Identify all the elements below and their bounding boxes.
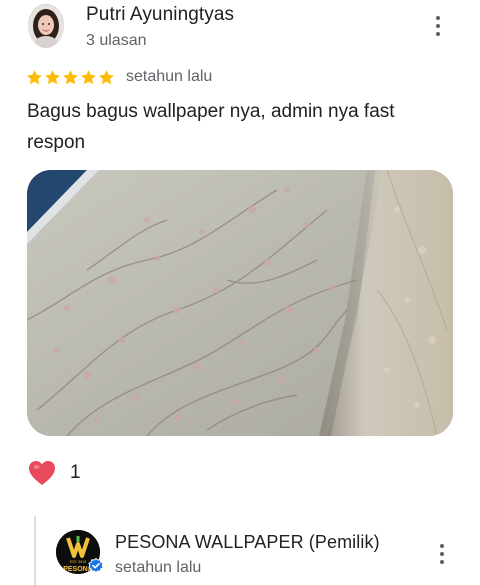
reaction-count: 1 <box>70 462 81 483</box>
star-icon <box>27 69 42 84</box>
reviewer-name[interactable]: Putri Ayuningtyas <box>86 4 234 26</box>
owner-reply-time: setahun lalu <box>115 559 202 576</box>
review-more-button[interactable] <box>426 11 450 41</box>
more-vert-icon <box>440 544 444 548</box>
star-icon <box>63 69 78 84</box>
review-time: setahun lalu <box>126 68 213 85</box>
reviewer-avatar[interactable] <box>28 4 64 48</box>
review-header: Putri Ayuningtyas 3 ulasan <box>0 0 480 60</box>
owner-avatar[interactable]: EST. 2013 PESONA <box>56 530 104 574</box>
wallpaper-photo <box>27 170 453 436</box>
more-vert-icon <box>436 16 440 20</box>
review-count: 3 ulasan <box>86 32 147 49</box>
owner-reply-more-button[interactable] <box>430 539 454 569</box>
reply-divider <box>34 516 36 585</box>
owner-logo-small-text: EST. 2013 <box>70 560 86 564</box>
verified-badge-icon <box>88 558 104 574</box>
review-text: Bagus bagus wallpaper nya, admin nya fas… <box>27 101 395 153</box>
star-icon <box>81 69 96 84</box>
like-button[interactable]: 1 <box>28 457 81 489</box>
reviewer-photo <box>28 4 64 48</box>
owner-name[interactable]: PESONA WALLPAPER (Pemilik) <box>115 532 380 553</box>
star-icon <box>99 69 114 84</box>
review-photo[interactable] <box>27 170 453 436</box>
heart-icon <box>29 461 55 485</box>
star-rating <box>26 69 115 86</box>
rating-row: setahun lalu <box>26 66 212 88</box>
star-icon <box>45 69 60 84</box>
